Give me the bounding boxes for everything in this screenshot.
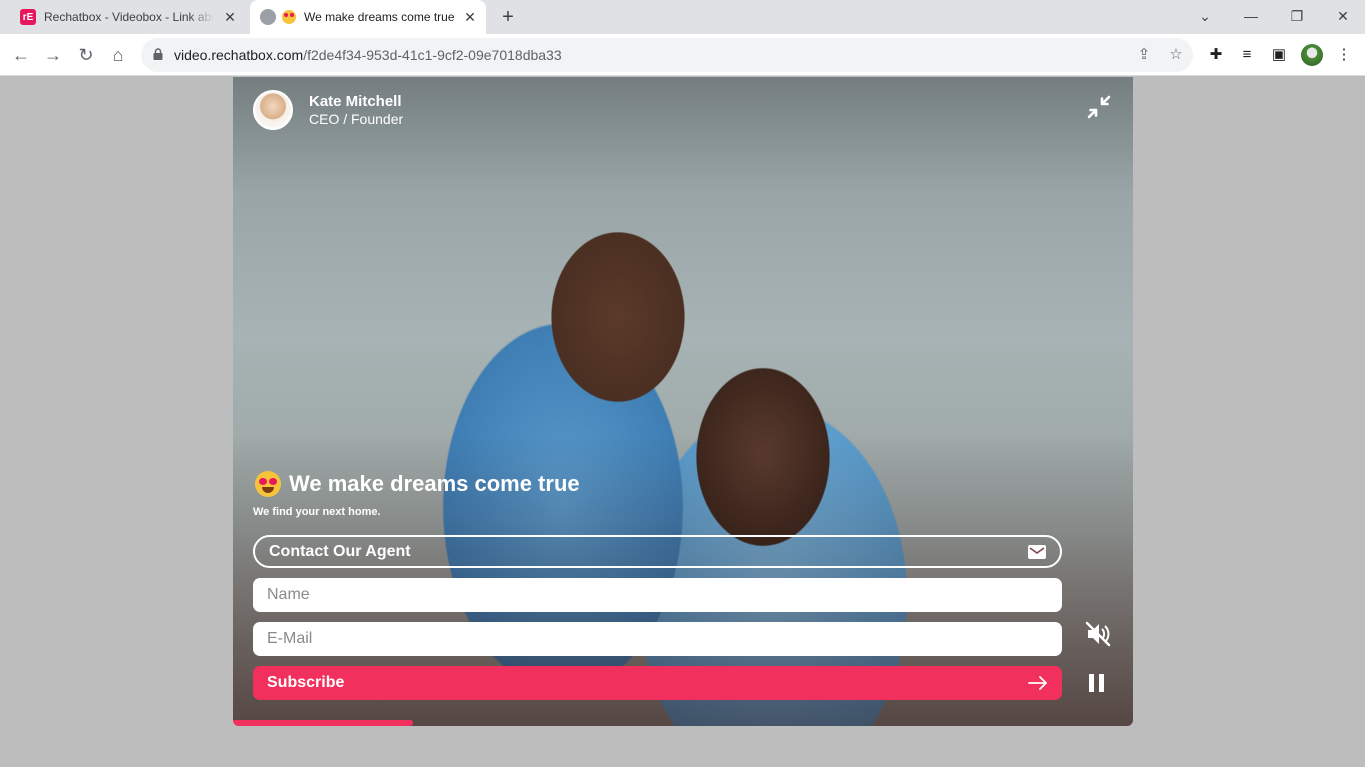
name-input[interactable]: [253, 578, 1062, 612]
video-subline: We find your next home.: [253, 506, 381, 518]
home-icon[interactable]: ⌂: [107, 44, 129, 66]
lock-icon: [153, 48, 163, 60]
url-text: video.rechatbox.com/f2de4f34-953d-41c1-9…: [174, 47, 562, 63]
video-player[interactable]: Kate Mitchell CEO / Founder We make drea…: [233, 77, 1133, 726]
browser-toolbar: ← → ↻ ⌂ video.rechatbox.com/f2de4f34-953…: [0, 34, 1365, 76]
tab-strip: rE Rechatbox - Videobox - Link abr ✕ We …: [0, 0, 1365, 34]
presenter-card: Kate Mitchell CEO / Founder: [253, 90, 403, 130]
tab-rechatbox-videobox[interactable]: rE Rechatbox - Videobox - Link abr ✕: [10, 0, 246, 34]
profile-avatar-icon[interactable]: [1301, 44, 1323, 66]
subscribe-button[interactable]: Subscribe: [253, 666, 1062, 700]
extensions-puzzle-icon[interactable]: ✚: [1206, 45, 1226, 65]
envelope-icon: [1028, 544, 1046, 559]
side-panel-icon[interactable]: ▣: [1269, 45, 1289, 65]
video-progress-bar[interactable]: [233, 720, 1133, 726]
volume-muted-icon[interactable]: [1084, 620, 1112, 648]
video-headline: We make dreams come true: [255, 471, 580, 497]
restore-window-icon[interactable]: ❐: [1287, 6, 1307, 26]
presenter-avatar: [253, 90, 293, 130]
media-queue-icon[interactable]: ≡: [1237, 45, 1257, 65]
contact-agent-button[interactable]: Contact Our Agent: [253, 535, 1062, 568]
minimize-arrows-icon[interactable]: [1085, 93, 1113, 121]
heart-eyes-emoji-icon: [282, 10, 296, 24]
globe-icon: [260, 9, 276, 25]
reload-icon[interactable]: ↻: [75, 44, 97, 66]
forward-arrow-icon[interactable]: →: [42, 44, 64, 66]
presenter-role: CEO / Founder: [309, 110, 404, 127]
bookmark-star-icon[interactable]: ☆: [1167, 46, 1185, 64]
back-arrow-icon[interactable]: ←: [10, 44, 32, 66]
close-tab-icon[interactable]: ✕: [462, 9, 478, 25]
share-icon[interactable]: ⇪: [1135, 46, 1153, 64]
kebab-menu-icon[interactable]: ⋮: [1334, 45, 1354, 65]
rechatbox-favicon-icon: rE: [20, 9, 36, 25]
presenter-info: Kate Mitchell CEO / Founder: [309, 93, 403, 128]
presenter-name: Kate Mitchell: [309, 92, 402, 110]
email-input[interactable]: [253, 622, 1062, 656]
contact-agent-label: Contact Our Agent: [269, 542, 411, 560]
arrow-right-icon: [1028, 676, 1047, 690]
tab-title: Rechatbox - Videobox - Link abr: [44, 10, 214, 24]
headline-text: We make dreams come true: [289, 471, 580, 496]
minimize-window-icon[interactable]: —: [1241, 6, 1261, 26]
tab-we-make-dreams[interactable]: We make dreams come true ✕: [250, 0, 486, 34]
heart-eyes-emoji-icon: [255, 471, 281, 497]
subscribe-label: Subscribe: [267, 674, 345, 691]
tab-search-chevron-icon[interactable]: ⌄: [1195, 6, 1215, 26]
close-window-icon[interactable]: ✕: [1333, 6, 1353, 26]
address-bar[interactable]: video.rechatbox.com/f2de4f34-953d-41c1-9…: [141, 38, 1193, 72]
close-tab-icon[interactable]: ✕: [222, 9, 238, 25]
pause-icon[interactable]: [1084, 670, 1110, 696]
video-progress-fill: [233, 720, 413, 726]
new-tab-button[interactable]: +: [498, 7, 518, 27]
tab-title: We make dreams come true: [304, 10, 455, 24]
